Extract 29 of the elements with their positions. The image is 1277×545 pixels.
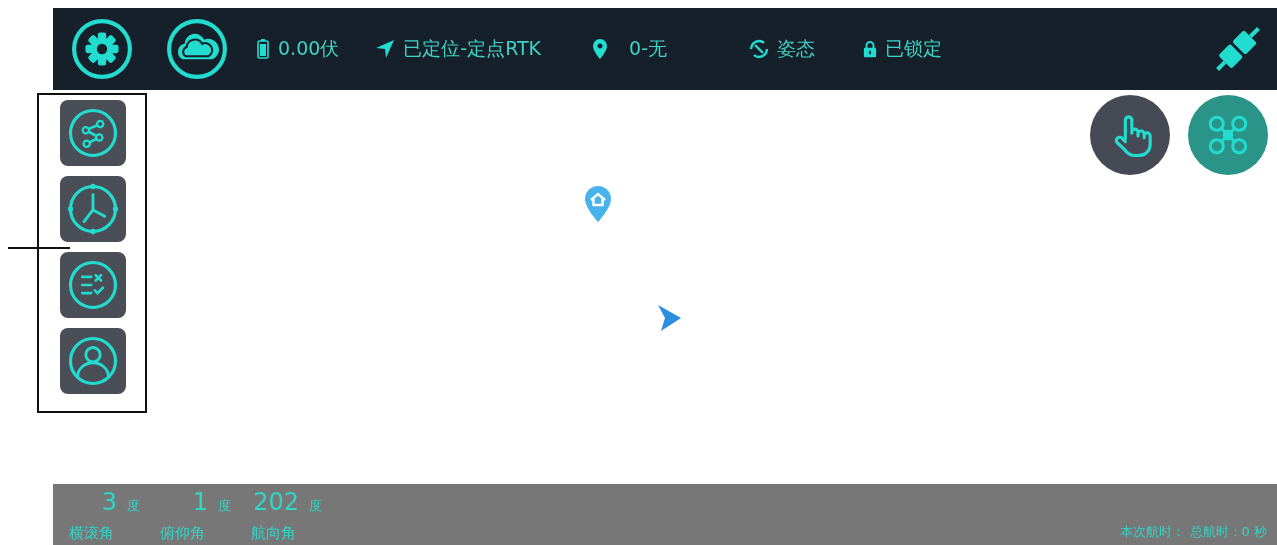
status-text: 已定位-定点RTK (403, 36, 542, 61)
battery-icon (256, 39, 270, 59)
angle-value: 202 (253, 488, 299, 516)
angle-unit: 度 (309, 497, 322, 515)
attitude-icon (749, 39, 769, 59)
aircraft-arrow-icon (656, 304, 682, 332)
angle-value: 1 (192, 488, 208, 516)
clock-button[interactable] (60, 176, 126, 242)
angle-unit: 度 (218, 497, 231, 515)
route-button[interactable] (60, 100, 126, 166)
navigation-arrow-icon (375, 39, 396, 59)
status-text: 已锁定 (885, 36, 942, 61)
status-text: 0-无 (629, 36, 667, 61)
angle-unit: 度 (127, 497, 140, 515)
leader-line (8, 247, 70, 249)
user-button[interactable] (60, 328, 126, 394)
status-text: 姿态 (777, 36, 815, 61)
angle-label: 横滚角 (69, 523, 115, 543)
cloud-icon[interactable] (166, 18, 228, 80)
checklist-button[interactable] (60, 252, 126, 318)
settings-icon[interactable] (71, 18, 133, 80)
angle-label: 航向角 (251, 523, 297, 543)
status-text: 0.00伏 (278, 36, 340, 61)
angle-label: 俯仰角 (160, 523, 206, 543)
home-marker-icon (584, 185, 612, 223)
location-pin-icon (593, 39, 608, 59)
lock-icon (863, 39, 877, 59)
angle-value: 3 (101, 488, 117, 516)
flight-time-text: 本次航时： 总航时：0 秒 (1120, 523, 1267, 541)
